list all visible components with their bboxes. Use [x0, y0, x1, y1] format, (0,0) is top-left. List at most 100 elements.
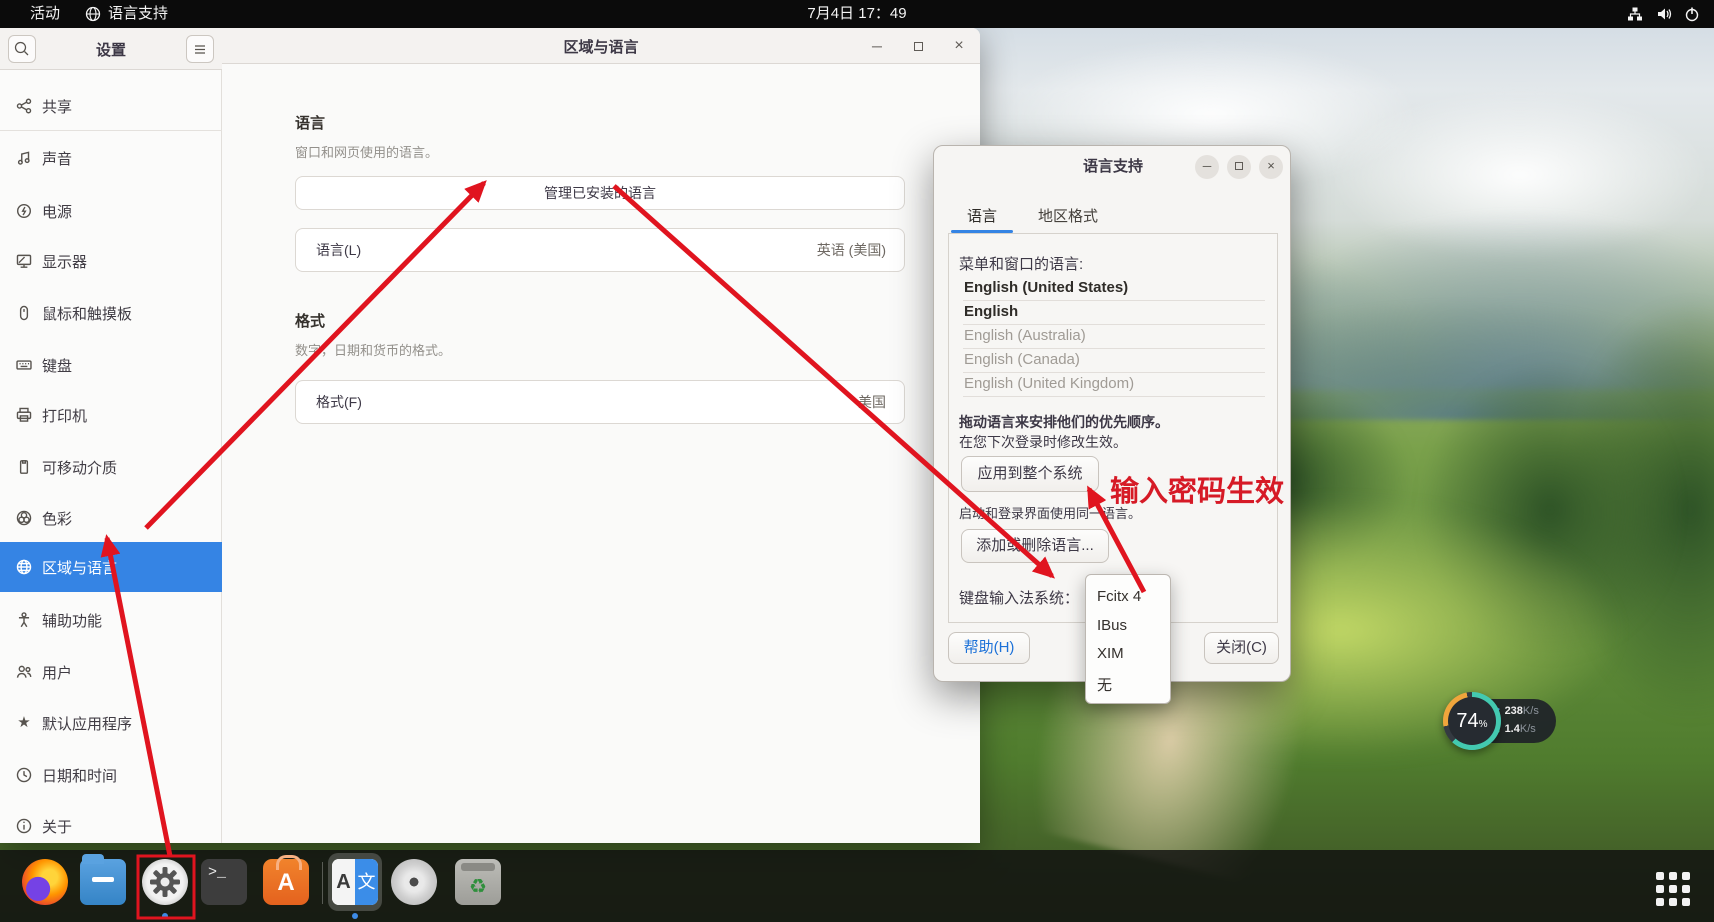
ime-system-label: 键盘输入法系统： [959, 587, 1079, 608]
printer-icon [15, 406, 33, 424]
power-icon[interactable] [1683, 5, 1701, 23]
dock-separator [322, 862, 323, 904]
files-icon[interactable] [80, 859, 126, 905]
ime-option-ibus[interactable]: IBus [1097, 617, 1167, 634]
language-option[interactable]: English [964, 303, 1264, 320]
menus-windows-label: 菜单和窗口的语言: [959, 253, 1083, 274]
sidebar-item-displays[interactable]: 显示器 [0, 239, 222, 283]
language-row-value: 英语 (美国) [817, 240, 886, 260]
trash-icon[interactable]: ♻ [455, 859, 501, 905]
region-language-pane: 区域与语言 ─ × 语言 窗口和网页使用的语言。 管理已安装的语言 语言(L) … [222, 28, 980, 843]
help-button[interactable]: 帮助(H) [948, 632, 1030, 664]
sidebar-item-users[interactable]: 用户 [0, 650, 222, 694]
list-separator [963, 324, 1265, 325]
sidebar-item-mouse-touchpad[interactable]: 鼠标和触摸板 [0, 291, 222, 335]
letter-wen: 文 [355, 859, 378, 905]
close-button[interactable]: 关闭(C) [1204, 632, 1279, 664]
color-icon [15, 509, 33, 527]
display-icon [15, 252, 33, 270]
sidebar-item-color[interactable]: 色彩 [0, 496, 222, 540]
cpu-percent: 74 [1456, 710, 1478, 732]
format-desc: 数字，日期和货币的格式。 [295, 340, 451, 359]
gear-icon [142, 859, 188, 905]
users-icon [15, 663, 33, 681]
format-heading: 格式 [295, 310, 325, 331]
sidebar-item-sharing[interactable]: 共享 [0, 84, 222, 128]
list-separator [963, 372, 1265, 373]
cpu-gauge-widget: 74% [1443, 692, 1501, 750]
sidebar-item-accessibility[interactable]: 辅助功能 [0, 598, 222, 642]
top-bar: 活动 语言支持 7月4日 17：49 [0, 0, 1714, 28]
drag-hint: 拖动语言来安排他们的优先顺序。 [959, 412, 1169, 432]
maximize-button[interactable] [1227, 155, 1251, 179]
ime-option-xim[interactable]: XIM [1097, 645, 1167, 662]
sidebar-item-region-language[interactable]: 区域与语言 [0, 542, 222, 592]
terminal-icon[interactable]: >_ [201, 859, 247, 905]
menu-button[interactable] [186, 35, 214, 63]
ime-option-none[interactable]: 无 [1097, 674, 1167, 695]
language-selector-icon[interactable]: A文 [332, 859, 378, 905]
format-row[interactable]: 格式(F) 美国 [295, 380, 905, 424]
tab-regional-formats[interactable]: 地区格式 [1013, 201, 1123, 233]
globe-icon [15, 558, 33, 576]
sidebar-item-removable-media[interactable]: 可移动介质 [0, 445, 222, 489]
upload-speed: 238 [1505, 705, 1523, 717]
settings-gear-icon[interactable] [142, 859, 188, 905]
sidebar-item-sound[interactable]: 声音 [0, 136, 222, 180]
sidebar-item-default-apps[interactable]: ★ 默认应用程序 [0, 701, 222, 745]
volume-icon[interactable] [1655, 5, 1673, 23]
password-note-annotation: 输入密码生效 [1110, 468, 1310, 510]
list-separator [963, 396, 1265, 397]
minimize-button[interactable]: ─ [866, 36, 888, 58]
sidebar-item-power[interactable]: 电源 [0, 189, 222, 233]
hamburger-icon [187, 36, 213, 62]
apply-system-wide-button[interactable]: 应用到整个系统 [961, 456, 1099, 492]
sidebar-separator [0, 130, 222, 131]
sidebar-header: 设置 [0, 28, 222, 70]
letter-a: A [332, 859, 355, 905]
firefox-icon[interactable] [22, 859, 68, 905]
network-icon[interactable] [1626, 5, 1644, 23]
language-heading: 语言 [295, 112, 325, 133]
sidebar-item-keyboard[interactable]: 键盘 [0, 343, 222, 387]
dock: >_ A A文 ♻ [0, 850, 1714, 922]
language-option[interactable]: English (United States) [964, 279, 1264, 296]
language-option[interactable]: English (Australia) [964, 327, 1264, 344]
ime-option-fcitx4[interactable]: Fcitx 4 [1097, 588, 1167, 605]
login-hint: 在您下次登录时修改生效。 [959, 432, 1127, 452]
add-remove-languages-button[interactable]: 添加或删除语言... [961, 529, 1109, 563]
settings-sidebar: 设置 共享 声音 电源 显示器 鼠标和触摸板 [0, 28, 222, 843]
close-button[interactable]: × [948, 36, 970, 58]
maximize-button[interactable] [907, 36, 929, 58]
language-option[interactable]: English (Canada) [964, 351, 1264, 368]
show-applications-button[interactable] [1656, 872, 1690, 906]
mouse-icon [15, 304, 33, 322]
close-icon[interactable]: × [1259, 155, 1283, 179]
manage-installed-languages-button[interactable]: 管理已安装的语言 [295, 176, 905, 210]
settings-window: 设置 共享 声音 电源 显示器 鼠标和触摸板 [0, 28, 980, 843]
sidebar-item-about[interactable]: 关于 [0, 804, 222, 848]
format-row-label: 格式(F) [316, 392, 362, 412]
list-separator [963, 348, 1265, 349]
running-indicator-settings [162, 913, 168, 919]
keyboard-icon [15, 356, 33, 374]
sidebar-item-date-time[interactable]: 日期和时间 [0, 753, 222, 797]
ime-dropdown-menu: Fcitx 4 IBus XIM 无 [1085, 574, 1171, 704]
language-row-label: 语言(L) [316, 240, 361, 260]
clock[interactable]: 7月4日 17：49 [0, 4, 1714, 24]
share-icon [15, 97, 33, 115]
format-row-value: 美国 [858, 392, 886, 412]
pane-header: 区域与语言 ─ × [222, 28, 980, 64]
language-row[interactable]: 语言(L) 英语 (美国) [295, 228, 905, 272]
ubuntu-software-icon[interactable]: A [263, 859, 309, 905]
sidebar-item-printers[interactable]: 打印机 [0, 393, 222, 437]
tab-language[interactable]: 语言 [951, 201, 1013, 233]
cd-player-icon[interactable] [391, 859, 437, 905]
download-speed: 1.4 [1505, 723, 1520, 735]
removable-media-icon [15, 458, 33, 476]
accessibility-icon [15, 611, 33, 629]
star-icon: ★ [15, 714, 33, 732]
minimize-button[interactable]: ─ [1195, 155, 1219, 179]
language-option[interactable]: English (United Kingdom) [964, 375, 1264, 392]
language-desc: 窗口和网页使用的语言。 [295, 142, 438, 161]
